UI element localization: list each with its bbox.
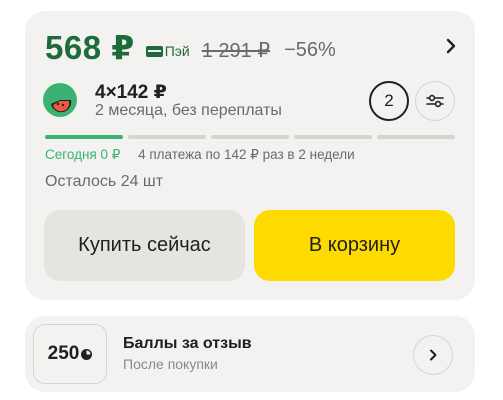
progress-segment	[294, 135, 372, 139]
chevron-right-icon	[430, 349, 437, 361]
bonus-value: 250	[47, 343, 80, 364]
today-payment: Сегодня 0 ₽	[45, 147, 121, 162]
progress-segment	[211, 135, 289, 139]
current-price: 568 ₽	[45, 28, 135, 66]
product-offer-card: 568 ₽ Пэй 1 291 ₽ −56% 4×142 ₽ 2 месяца,…	[25, 11, 475, 300]
bonus-badge: 250	[33, 324, 107, 384]
months-selector-button[interactable]: 2	[369, 81, 409, 121]
split-settings-button[interactable]	[415, 81, 455, 121]
bonus-open-button[interactable]	[413, 335, 453, 375]
chevron-right-icon[interactable]	[443, 38, 459, 54]
pay-label: Пэй	[164, 43, 190, 59]
progress-segment	[377, 135, 455, 139]
card-icon	[145, 45, 163, 57]
progress-segment	[128, 135, 206, 139]
stock-remaining: Осталось 24 шт	[45, 173, 164, 190]
split-amount: 4×142 ₽	[95, 82, 167, 103]
old-price: 1 291 ₽	[201, 39, 271, 62]
buy-now-button[interactable]: Купить сейчас	[44, 210, 245, 281]
payment-schedule: Сегодня 0 ₽ 4 платежа по 142 ₽ раз в 2 н…	[45, 147, 355, 163]
split-logo-icon	[43, 83, 77, 117]
review-bonus-card[interactable]: 250 Баллы за отзыв После покупки	[25, 316, 475, 392]
coin-icon	[81, 349, 93, 360]
payment-plan: 4 платежа по 142 ₽ раз в 2 недели	[138, 147, 355, 162]
progress-segment	[45, 135, 123, 139]
payment-progress	[45, 135, 455, 139]
discount-percent: −56%	[284, 38, 336, 61]
add-to-cart-button[interactable]: В корзину	[254, 210, 455, 281]
split-description: 2 месяца, без переплаты	[95, 102, 282, 119]
bonus-subtitle: После покупки	[123, 356, 218, 372]
price-row[interactable]: 568 ₽ Пэй 1 291 ₽ −56%	[45, 27, 459, 67]
split-payment-row: 4×142 ₽ 2 месяца, без переплаты 2	[43, 79, 457, 123]
sliders-icon	[426, 94, 444, 108]
bonus-title: Баллы за отзыв	[123, 335, 252, 352]
pay-badge: Пэй	[145, 43, 190, 59]
